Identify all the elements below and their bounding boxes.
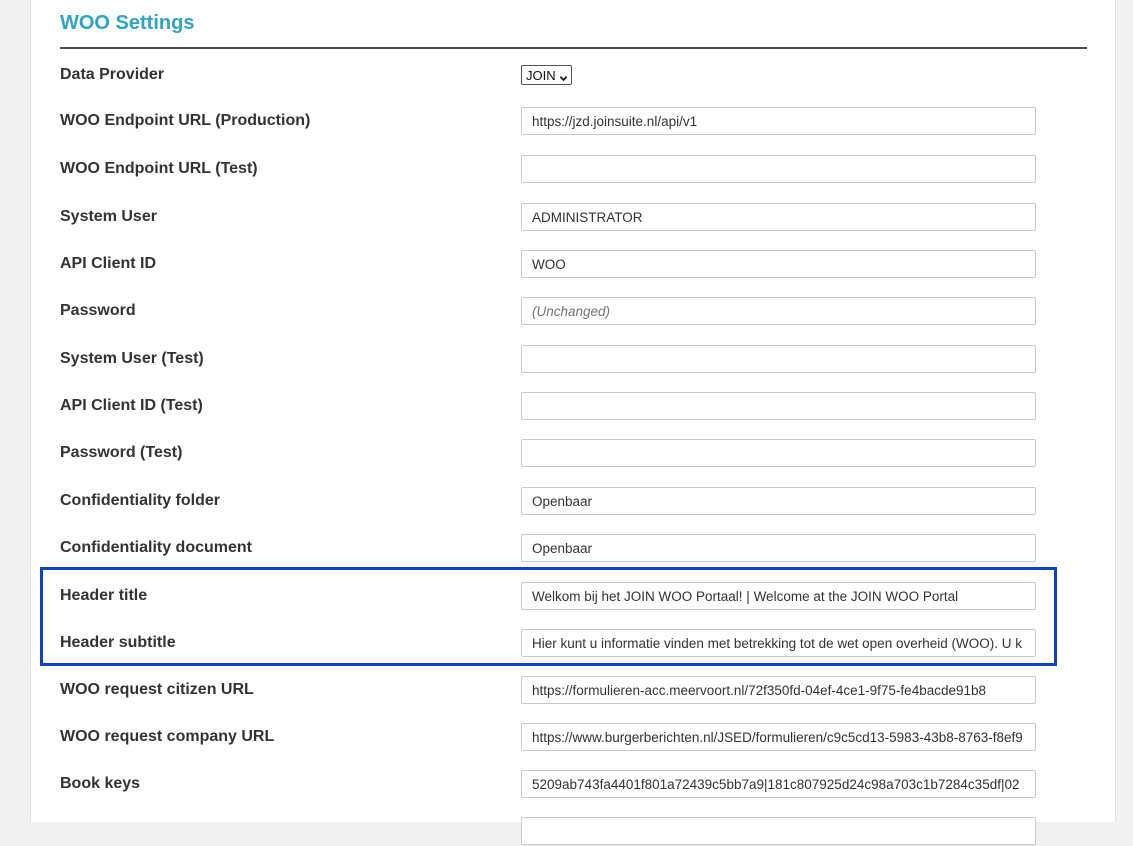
label-system-user: System User xyxy=(60,208,157,225)
row-endpoint-test: WOO Endpoint URL (Test) xyxy=(60,154,1040,184)
api-client-id-input[interactable] xyxy=(521,250,1036,278)
label-request-citizen-url: WOO request citizen URL xyxy=(60,681,254,698)
request-citizen-url-input[interactable] xyxy=(521,676,1036,704)
api-client-id-test-input[interactable] xyxy=(521,392,1036,420)
data-provider-select[interactable]: JOIN xyxy=(521,65,572,85)
password-input[interactable] xyxy=(521,297,1036,325)
row-confidentiality-folder: Confidentiality folder xyxy=(60,486,1040,516)
confidentiality-document-input[interactable] xyxy=(521,534,1036,562)
row-system-user-test: System User (Test) xyxy=(60,344,1040,374)
label-endpoint-production: WOO Endpoint URL (Production) xyxy=(60,112,311,129)
book-keys-input[interactable] xyxy=(521,770,1036,798)
row-header-subtitle: Header subtitle xyxy=(60,628,1040,658)
row-book-keys: Book keys xyxy=(60,769,1040,799)
endpoint-test-input[interactable] xyxy=(521,155,1036,183)
label-confidentiality-document: Confidentiality document xyxy=(60,539,252,556)
endpoint-production-input[interactable] xyxy=(521,107,1036,135)
system-user-input[interactable] xyxy=(521,203,1036,231)
row-next-field-partial xyxy=(60,816,1040,846)
label-api-client-id-test: API Client ID (Test) xyxy=(60,397,203,414)
label-api-client-id: API Client ID xyxy=(60,255,157,272)
title-divider xyxy=(60,47,1087,49)
label-header-title: Header title xyxy=(60,587,148,604)
chevron-down-icon xyxy=(559,71,568,81)
label-password-test: Password (Test) xyxy=(60,444,183,461)
system-user-test-input[interactable] xyxy=(521,345,1036,373)
row-endpoint-production: WOO Endpoint URL (Production) xyxy=(60,106,1040,136)
label-data-provider: Data Provider xyxy=(60,66,165,83)
row-header-title: Header title xyxy=(60,581,1040,611)
label-book-keys: Book keys xyxy=(60,775,141,792)
header-title-input[interactable] xyxy=(521,582,1036,610)
label-header-subtitle: Header subtitle xyxy=(60,634,176,651)
section-title: WOO Settings xyxy=(60,12,195,34)
row-password-test: Password (Test) xyxy=(60,438,1040,468)
next-field-input[interactable] xyxy=(521,817,1036,845)
header-subtitle-input[interactable] xyxy=(521,629,1036,657)
label-system-user-test: System User (Test) xyxy=(60,350,204,367)
data-provider-selected: JOIN xyxy=(526,67,556,83)
row-api-client-id: API Client ID xyxy=(60,249,1040,279)
woo-settings-panel: WOO Settings Data Provider JOIN WOO Endp… xyxy=(30,0,1116,845)
label-confidentiality-folder: Confidentiality folder xyxy=(60,492,220,509)
password-test-input[interactable] xyxy=(521,439,1036,467)
row-data-provider: Data Provider JOIN xyxy=(60,60,1040,90)
row-system-user: System User xyxy=(60,202,1040,232)
row-request-company-url: WOO request company URL xyxy=(60,722,1040,752)
confidentiality-folder-input[interactable] xyxy=(521,487,1036,515)
row-password: Password xyxy=(60,296,1040,326)
label-request-company-url: WOO request company URL xyxy=(60,728,275,745)
row-request-citizen-url: WOO request citizen URL xyxy=(60,675,1040,705)
label-endpoint-test: WOO Endpoint URL (Test) xyxy=(60,160,258,177)
label-password: Password xyxy=(60,302,136,319)
row-confidentiality-document: Confidentiality document xyxy=(60,533,1040,563)
row-api-client-id-test: API Client ID (Test) xyxy=(60,391,1040,421)
request-company-url-input[interactable] xyxy=(521,723,1036,751)
